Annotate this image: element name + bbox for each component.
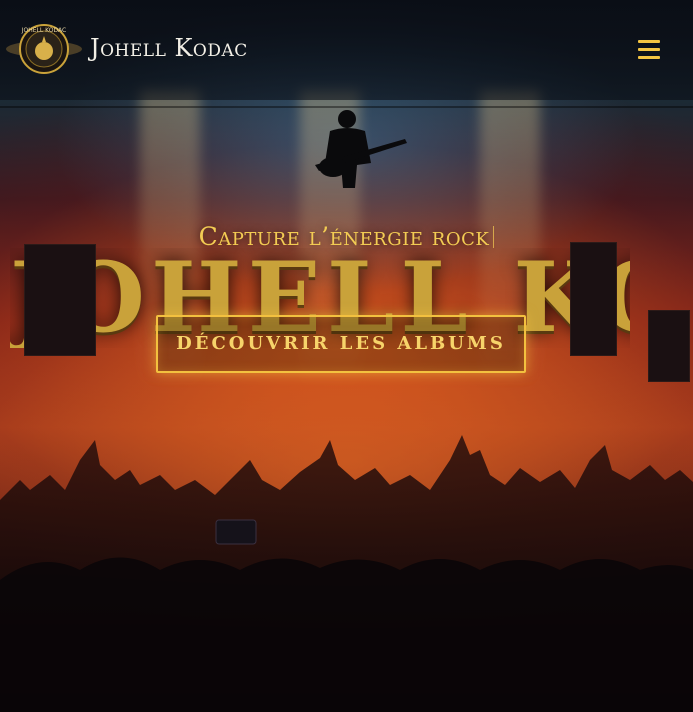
stage-speaker-left — [24, 244, 96, 356]
discover-albums-button[interactable]: DÉCOUVRIR LES ALBUMS — [156, 315, 526, 373]
logo-emblem[interactable]: JOHELL KODAC — [5, 22, 83, 76]
site-header: JOHELL KODAC Johell Kodac — [0, 0, 693, 100]
guitarist-silhouette — [315, 110, 407, 188]
stage-speaker-far-right — [648, 310, 690, 382]
stage-speaker-right — [570, 242, 617, 356]
hero-tagline-text: Capture l’énergie rock — [198, 222, 490, 251]
crowd-silhouette — [0, 435, 693, 712]
menu-line — [638, 40, 660, 43]
logo-text: JOHELL KODAC — [21, 27, 66, 34]
menu-line — [638, 48, 660, 51]
site-title[interactable]: Johell Kodac — [90, 34, 248, 62]
hero-tagline: Capture l’énergie rock — [0, 222, 693, 251]
typing-caret — [493, 226, 495, 248]
hamburger-menu-icon[interactable] — [636, 40, 664, 62]
menu-line — [638, 56, 660, 59]
